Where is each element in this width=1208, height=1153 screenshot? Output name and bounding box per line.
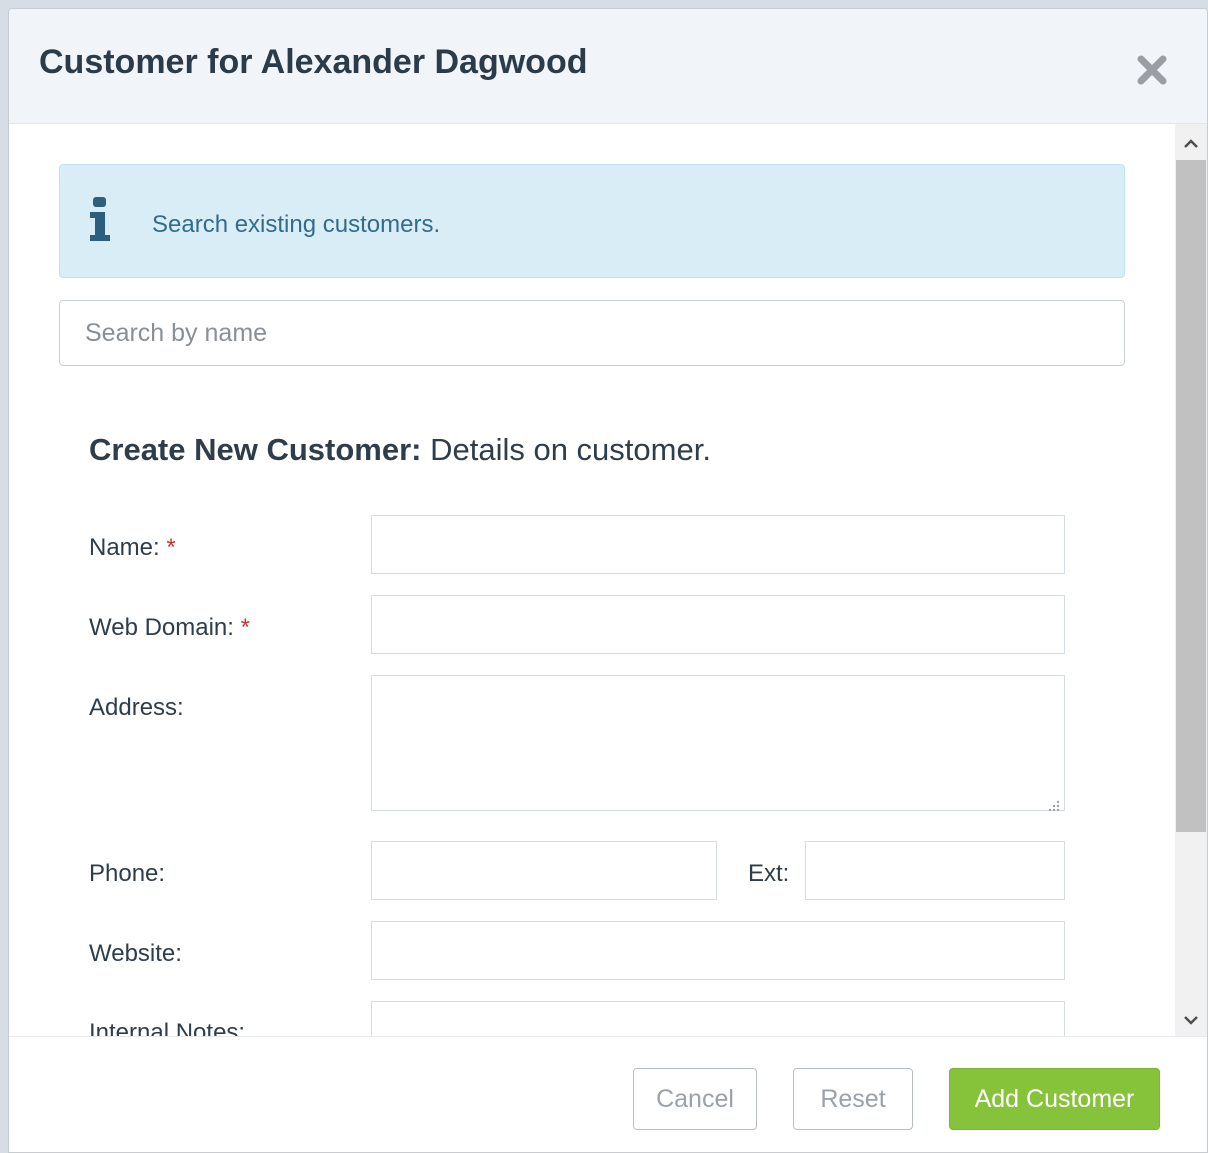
cancel-button[interactable]: Cancel <box>633 1068 757 1130</box>
close-icon <box>1137 55 1167 85</box>
info-alert: Search existing customers. <box>59 164 1125 278</box>
section-heading: Create New Customer: Details on customer… <box>89 432 711 468</box>
phone-label-text: Phone: <box>89 860 166 887</box>
internal-notes-label: Internal Notes: <box>89 1019 245 1036</box>
address-label: Address: <box>89 694 184 722</box>
modal-header: Customer for Alexander Dagwood <box>9 9 1207 124</box>
address-textarea[interactable] <box>371 675 1065 811</box>
website-label: Website: <box>89 940 182 968</box>
name-input[interactable] <box>371 515 1065 574</box>
scrollbar-thumb[interactable] <box>1176 160 1206 832</box>
section-heading-rest: Details on customer. <box>421 432 711 467</box>
web-domain-label-text: Web Domain: <box>89 614 234 641</box>
section-heading-strong: Create New Customer: <box>89 432 422 467</box>
customer-modal: Customer for Alexander Dagwood Search ex… <box>8 8 1208 1153</box>
ext-label: Ext: <box>748 860 789 888</box>
name-label-text: Name: <box>89 534 160 561</box>
info-text: Search existing customers. <box>152 211 441 238</box>
internal-notes-label-text: Internal Notes: <box>89 1019 246 1036</box>
modal-footer: Cancel Reset Add Customer <box>9 1036 1207 1152</box>
required-marker: * <box>166 534 176 561</box>
scroll-up-button[interactable] <box>1175 128 1207 160</box>
website-input[interactable] <box>371 921 1065 980</box>
scroll-down-button[interactable] <box>1175 1004 1207 1036</box>
chevron-up-icon <box>1184 139 1198 148</box>
ext-input[interactable] <box>805 841 1065 900</box>
reset-button[interactable]: Reset <box>793 1068 913 1130</box>
phone-input[interactable] <box>371 841 717 900</box>
modal-title: Customer for Alexander Dagwood <box>39 43 588 81</box>
required-marker: * <box>240 614 250 641</box>
web-domain-input[interactable] <box>371 595 1065 654</box>
internal-notes-textarea[interactable] <box>371 1001 1065 1036</box>
info-icon <box>90 197 110 241</box>
phone-label: Phone: <box>89 860 165 888</box>
ext-label-text: Ext: <box>748 860 790 887</box>
address-label-text: Address: <box>89 694 184 721</box>
search-input[interactable] <box>59 300 1125 366</box>
chevron-down-icon <box>1184 1016 1198 1025</box>
web-domain-label: Web Domain: * <box>89 614 250 642</box>
modal-body: Search existing customers. Create New Cu… <box>9 124 1175 1036</box>
name-label: Name: * <box>89 534 176 562</box>
resize-grip-icon[interactable] <box>1045 798 1061 814</box>
vertical-scrollbar[interactable] <box>1175 124 1207 1036</box>
add-customer-button[interactable]: Add Customer <box>949 1068 1160 1130</box>
website-label-text: Website: <box>89 940 182 967</box>
close-button[interactable] <box>1135 53 1169 87</box>
